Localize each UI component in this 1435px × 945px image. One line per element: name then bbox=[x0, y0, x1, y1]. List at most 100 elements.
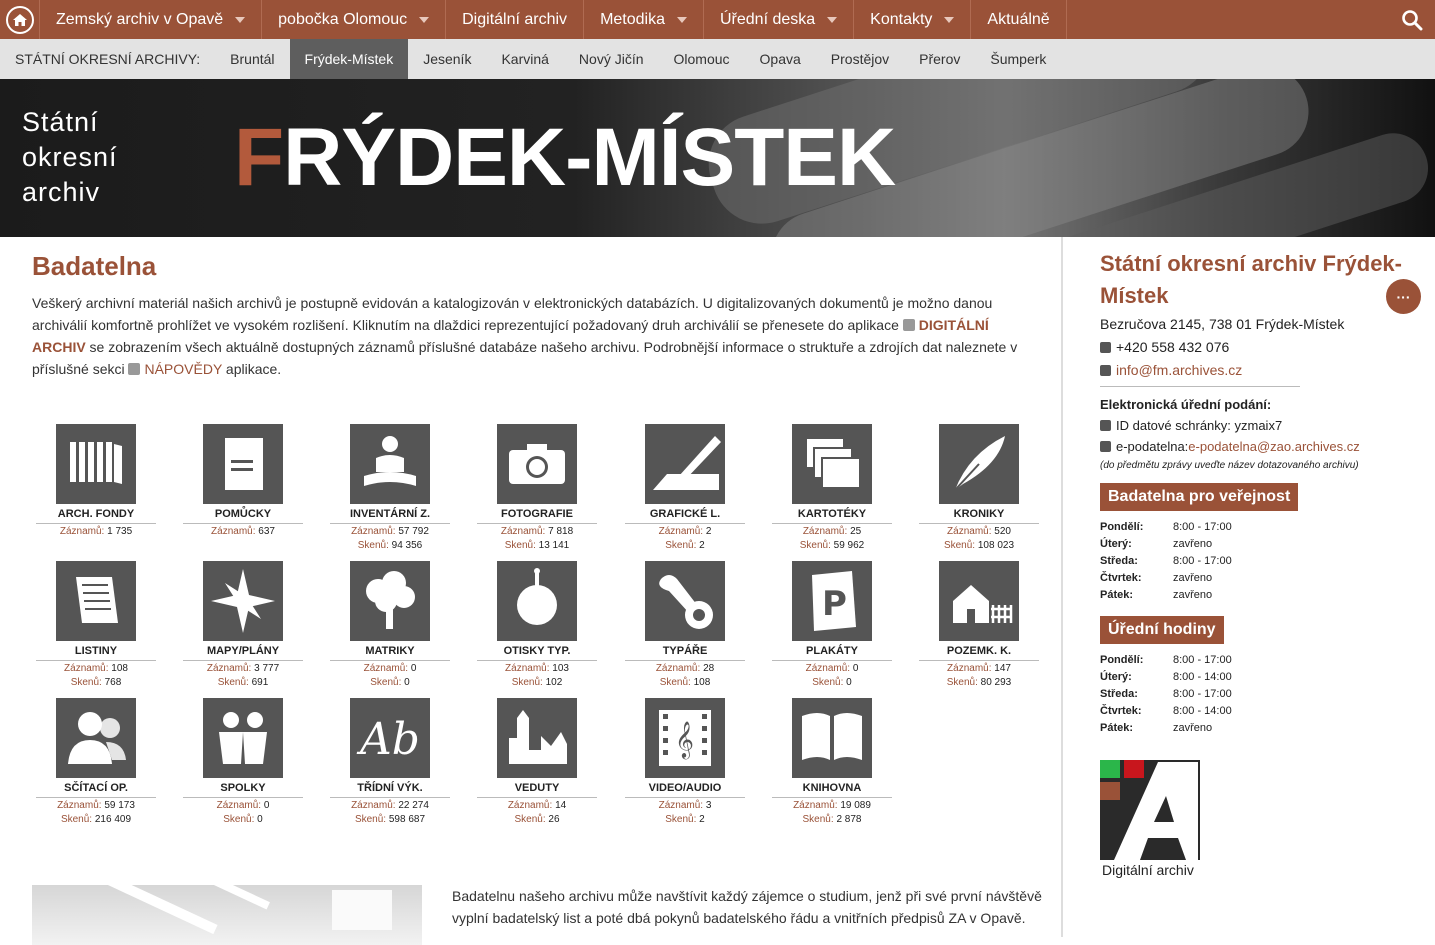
tile-group[interactable]: SPOLKY Záznamů: 0 Skenů: 0 bbox=[183, 698, 303, 827]
hours-row: Čtvrtek: 8:00 - 14:00 bbox=[1100, 705, 1232, 717]
svg-text:𝄞: 𝄞 bbox=[675, 720, 694, 759]
search-icon[interactable] bbox=[1401, 9, 1423, 31]
subnav-item-0[interactable]: Bruntál bbox=[215, 39, 289, 79]
tile-cards[interactable]: KARTOTÉKY Záznamů: 25 Skenů: 59 962 bbox=[772, 424, 892, 553]
svg-text:P: P bbox=[822, 584, 847, 624]
tree-icon bbox=[350, 561, 430, 641]
page-title: Badatelna bbox=[32, 251, 157, 281]
logo-caption[interactable]: Digitální archiv bbox=[1102, 862, 1194, 878]
banner: Státní okresní archiv FRÝDEK-MÍSTEK bbox=[0, 79, 1435, 237]
tile-scans: Skenů: 2 bbox=[665, 814, 705, 825]
tile-compass[interactable]: MAPY/PLÁNY Záznamů: 3 777 Skenů: 691 bbox=[183, 561, 303, 690]
tile-engraving[interactable]: GRAFICKÉ L. Záznamů: 2 Skenů: 2 bbox=[625, 424, 745, 553]
digital-archive-logo[interactable] bbox=[1100, 760, 1200, 860]
tile-open-book[interactable]: KNIHOVNA Záznamů: 19 089 Skenů: 2 878 bbox=[772, 698, 892, 827]
tile-records: Záznamů: 14 bbox=[507, 800, 567, 811]
tile-name: KNIHOVNA bbox=[772, 782, 892, 798]
nav-item-1[interactable]: pobočka Olomouc bbox=[262, 0, 447, 39]
tile-house[interactable]: POZEMK. K. Záznamů: 147 Skenů: 80 293 bbox=[919, 561, 1039, 690]
subnav-item-6[interactable]: Opava bbox=[745, 39, 816, 79]
subnav-item-3[interactable]: Karviná bbox=[486, 39, 563, 79]
tile-film[interactable]: 𝄞 VIDEO/AUDIO Záznamů: 3 Skenů: 2 bbox=[625, 698, 745, 827]
tile-name: POZEMK. K. bbox=[919, 645, 1039, 661]
subnav-item-9[interactable]: Šumperk bbox=[975, 39, 1061, 79]
nav-item-0[interactable]: Zemský archiv v Opavě bbox=[40, 0, 263, 39]
office-hours: Pondělí: 8:00 - 17:00 Úterý: 8:00 - 14:00 St… bbox=[1100, 652, 1420, 737]
tile-name: TYPÁŘE bbox=[625, 645, 745, 661]
tile-people[interactable]: SČÍTACÍ OP. Záznamů: 59 173 Skenů: 216 409 bbox=[36, 698, 156, 827]
phone-row: +420 558 432 076 bbox=[1100, 339, 1420, 355]
tile-city[interactable]: VEDUTY Záznamů: 14 Skenů: 26 bbox=[477, 698, 597, 827]
edh-title: Elektronická úřední podání: bbox=[1100, 397, 1272, 412]
hours-row: Čtvrtek: zavřeno bbox=[1100, 572, 1213, 584]
tile-records: Záznamů: 0 bbox=[805, 663, 859, 674]
tile-records: Záznamů: 147 bbox=[947, 663, 1011, 674]
tile-poster[interactable]: P PLAKÁTY Záznamů: 0 Skenů: 0 bbox=[772, 561, 892, 690]
nav-item-2[interactable]: Digitální archiv bbox=[446, 0, 585, 39]
tile-handwriting[interactable]: Ab TŘÍDNÍ VÝK. Záznamů: 22 274 Skenů: 598 6… bbox=[330, 698, 450, 827]
address: Bezručova 2145, 738 01 Frýdek-Místek bbox=[1100, 316, 1345, 332]
handwriting-icon: Ab bbox=[350, 698, 430, 778]
email-link[interactable]: info@fm.archives.cz bbox=[1116, 362, 1242, 378]
home-button[interactable] bbox=[0, 0, 40, 39]
tile-name: TŘÍDNÍ VÝK. bbox=[330, 782, 450, 798]
tile-tree[interactable]: MATRIKY Záznamů: 0 Skenů: 0 bbox=[330, 561, 450, 690]
tile-scans: Skenů: 216 409 bbox=[60, 814, 132, 825]
hours-row: Úterý: zavřeno bbox=[1100, 538, 1213, 550]
tile-records: Záznamů: 108 bbox=[64, 663, 128, 674]
tile-camera[interactable]: FOTOGRAFIE Záznamů: 7 818 Skenů: 13 141 bbox=[477, 424, 597, 553]
subnav-item-4[interactable]: Nový Jičín bbox=[564, 39, 659, 79]
tile-book[interactable]: POMŮCKY Záznamů: 637 bbox=[183, 424, 303, 539]
tile-scans: Skenů: 2 878 bbox=[802, 814, 862, 825]
tile-books[interactable]: ARCH. FONDY Záznamů: 1 735 bbox=[36, 424, 156, 539]
tile-scans: Skenů: 0 bbox=[812, 677, 852, 688]
sidebar-title: Státní okresní archiv Frýdek-Místek bbox=[1100, 251, 1402, 308]
open-book-icon bbox=[792, 698, 872, 778]
epodatelna-link[interactable]: e-podatelna@zao.archives.cz bbox=[1188, 439, 1359, 454]
group-icon bbox=[203, 698, 283, 778]
tile-records: Záznamů: 103 bbox=[505, 663, 569, 674]
nav-item-4[interactable]: Úřední deska bbox=[704, 0, 855, 39]
tile-scans: Skenů: 0 bbox=[223, 814, 263, 825]
hours-row: Pondělí: 8:00 - 17:00 bbox=[1100, 521, 1232, 533]
subnav-item-5[interactable]: Olomouc bbox=[659, 39, 745, 79]
nav-item-3[interactable]: Metodika bbox=[584, 0, 704, 39]
tile-records: Záznamů: 0 bbox=[216, 800, 270, 811]
hours-row: Středa: 8:00 - 17:00 bbox=[1100, 555, 1232, 567]
external-link-icon bbox=[128, 363, 141, 375]
svg-text:Ab: Ab bbox=[356, 714, 420, 765]
tile-scans: Skenů: 13 141 bbox=[504, 540, 570, 551]
tile-scans: Skenů: 598 687 bbox=[354, 814, 426, 825]
nav-item-6[interactable]: Aktuálně bbox=[971, 0, 1067, 39]
hours-row: Pátek: zavřeno bbox=[1100, 589, 1213, 601]
tile-records: Záznamů: 59 173 bbox=[57, 800, 135, 811]
tile-records: Záznamů: 520 bbox=[947, 526, 1011, 537]
hours-row: Úterý: 8:00 - 14:00 bbox=[1100, 671, 1232, 683]
subnav-item-2[interactable]: Jeseník bbox=[408, 39, 486, 79]
chevron-down-icon bbox=[235, 16, 246, 23]
books-icon bbox=[56, 424, 136, 504]
cards-icon bbox=[792, 424, 872, 504]
tile-scroll[interactable]: LISTINY Záznamů: 108 Skenů: 768 bbox=[36, 561, 156, 690]
help-link[interactable]: NÁPOVĚDY bbox=[144, 361, 222, 377]
tile-scans: Skenů: 59 962 bbox=[799, 540, 865, 551]
subnav-item-7[interactable]: Prostějov bbox=[816, 39, 904, 79]
subnav-item-8[interactable]: Přerov bbox=[904, 39, 975, 79]
subnav-item-1[interactable]: Frýdek-Místek bbox=[289, 39, 409, 79]
tile-records: Záznamů: 3 777 bbox=[206, 663, 280, 674]
tile-seal[interactable]: OTISKY TYP. Záznamů: 103 Skenů: 102 bbox=[477, 561, 597, 690]
tile-reader[interactable]: INVENTÁRNÍ Z. Záznamů: 57 792 Skenů: 94 35… bbox=[330, 424, 450, 553]
hours-row: Pátek: zavřeno bbox=[1100, 722, 1213, 734]
reading-room-hours-title: Badatelna pro veřejnost bbox=[1100, 483, 1299, 511]
sidebar: Státní okresní archiv Frýdek-Místek Bezr… bbox=[1100, 237, 1420, 737]
nav-item-5[interactable]: Kontakty bbox=[854, 0, 972, 39]
epodatelna-row: e-podatelna: e-podatelna@zao.archives.cz bbox=[1100, 439, 1420, 454]
tile-records: Záznamů: 19 089 bbox=[793, 800, 871, 811]
chevron-down-icon bbox=[676, 16, 687, 23]
hours-row: Středa: 8:00 - 17:00 bbox=[1100, 688, 1232, 700]
tile-quill[interactable]: KRONIKY Záznamů: 520 Skenů: 108 023 bbox=[919, 424, 1039, 553]
main-content: Badatelna Veškerý archivní materiál naši… bbox=[0, 237, 1063, 945]
tile-records: Záznamů: 2 bbox=[658, 526, 712, 537]
tile-stamp[interactable]: TYPÁŘE Záznamů: 28 Skenů: 108 bbox=[625, 561, 745, 690]
tile-scans: Skenů: 0 bbox=[370, 677, 410, 688]
